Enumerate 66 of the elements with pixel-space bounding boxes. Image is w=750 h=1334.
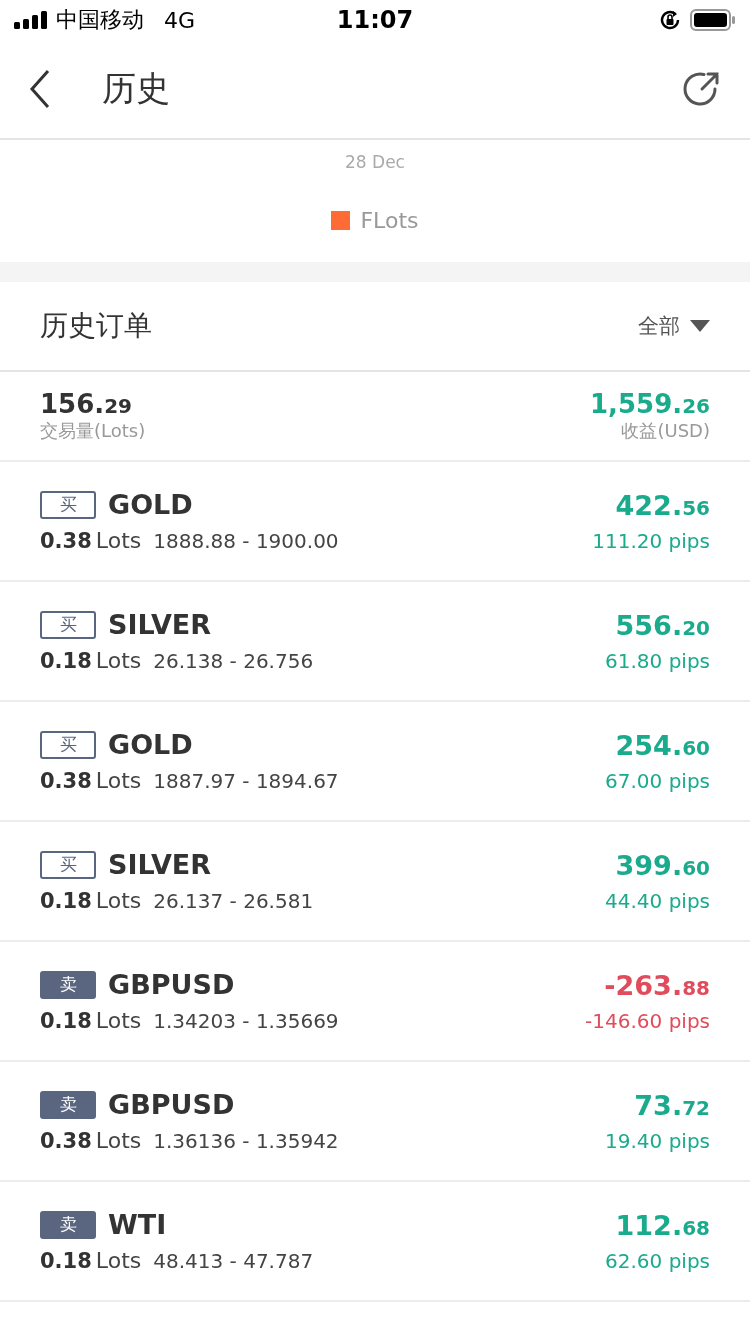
price-range: 1888.88 - 1900.00 — [153, 529, 339, 553]
side-tag: 买 — [40, 610, 96, 639]
side-tag: 卖 — [40, 1090, 96, 1119]
network-type: 4G — [164, 7, 196, 33]
lot-size: 0.38 — [40, 529, 92, 553]
lot-unit: Lots — [95, 1248, 142, 1273]
side-tag: 卖 — [40, 970, 96, 999]
lot-size: 0.18 — [40, 1249, 92, 1273]
rotation-lock-icon — [658, 8, 682, 32]
price-range: 26.138 - 26.756 — [153, 649, 314, 673]
lot-size: 0.38 — [40, 769, 92, 793]
lot-size: 0.18 — [40, 1009, 92, 1033]
price-range: 1887.97 - 1894.67 — [153, 769, 339, 793]
lot-unit: Lots — [95, 888, 142, 913]
profit-value: 73.72 — [634, 1089, 710, 1121]
symbol-name: GBPUSD — [108, 1089, 235, 1120]
price-range: 1.34203 - 1.35669 — [153, 1009, 339, 1033]
pips-value: 62.60 pips — [605, 1248, 710, 1273]
pips-value: 67.00 pips — [605, 768, 710, 793]
lot-unit: Lots — [95, 1008, 142, 1033]
side-tag: 卖 — [40, 1210, 96, 1239]
lot-unit: Lots — [95, 648, 142, 673]
legend-label: FLots — [360, 208, 419, 233]
filter-dropdown[interactable]: 全部 — [638, 312, 710, 340]
page-title: 历史 — [102, 67, 170, 110]
signal-icon — [14, 11, 48, 29]
volume-value: 156.29 — [40, 389, 133, 419]
symbol-name: SILVER — [108, 609, 212, 640]
battery-icon — [690, 8, 736, 32]
symbol-name: GOLD — [108, 729, 193, 760]
lot-unit: Lots — [95, 528, 142, 553]
lot-size: 0.18 — [40, 649, 92, 673]
symbol-name: WTI — [108, 1209, 167, 1240]
clock-time: 11:07 — [336, 6, 414, 34]
volume-label: 交易量(Lots) — [40, 419, 146, 443]
profit-value: 399.60 — [615, 849, 710, 881]
profit-value: 556.20 — [615, 609, 710, 641]
price-range: 48.413 - 47.787 — [153, 1249, 314, 1273]
symbol-name: SILVER — [108, 849, 212, 880]
section-title: 历史订单 — [40, 308, 152, 344]
profit-value: -263.88 — [604, 969, 710, 1001]
symbol-name: GOLD — [108, 489, 193, 520]
profit-label: 收益(USD) — [621, 419, 710, 443]
pips-value: 111.20 pips — [592, 528, 710, 553]
side-tag: 买 — [40, 730, 96, 759]
profit-value: 1,559.26 — [590, 389, 710, 419]
lot-unit: Lots — [95, 768, 142, 793]
caret-icon — [690, 320, 710, 332]
profit-value: 422.56 — [615, 489, 710, 521]
price-range: 26.137 - 26.581 — [153, 889, 314, 913]
symbol-name: GBPUSD — [108, 969, 235, 1000]
pips-value: 61.80 pips — [605, 648, 710, 673]
carrier-name: 中国移动 — [56, 6, 144, 34]
lot-unit: Lots — [95, 1128, 142, 1153]
axis-label: 28 Dec — [345, 152, 405, 172]
back-button[interactable] — [28, 69, 52, 109]
lot-size: 0.38 — [40, 1129, 92, 1153]
side-tag: 买 — [40, 850, 96, 879]
side-tag: 买 — [40, 490, 96, 519]
profit-value: 112.68 — [615, 1209, 710, 1241]
profit-value: 254.60 — [615, 729, 710, 761]
pips-value: 44.40 pips — [605, 888, 710, 913]
lot-size: 0.18 — [40, 889, 92, 913]
price-range: 1.36136 - 1.35942 — [153, 1129, 339, 1153]
pips-value: 19.40 pips — [605, 1128, 710, 1153]
pips-value: -146.60 pips — [585, 1008, 710, 1033]
